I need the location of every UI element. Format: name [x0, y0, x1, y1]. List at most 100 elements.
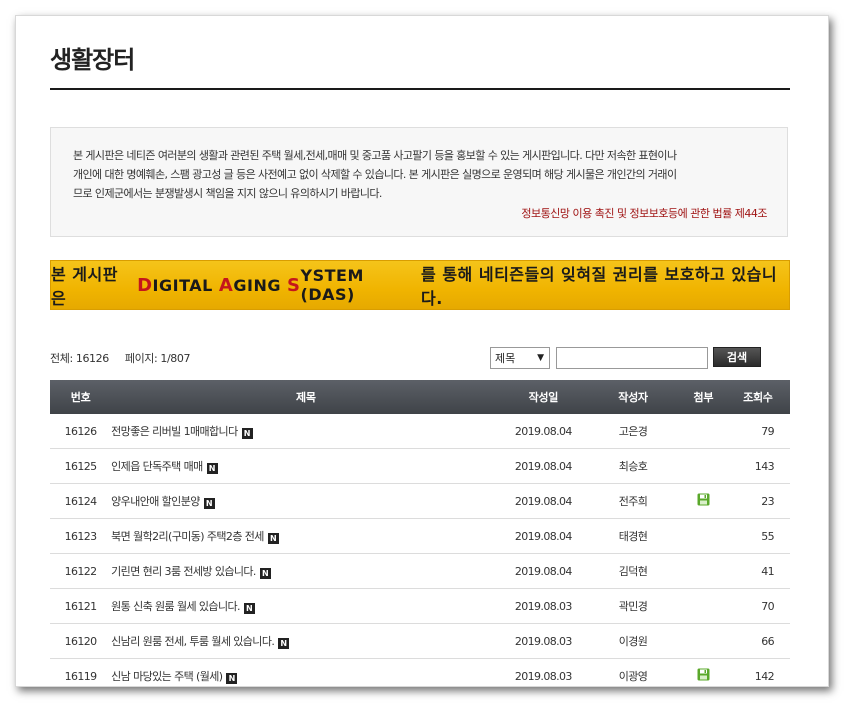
row-date: 2019.08.03: [501, 588, 586, 624]
das-letter-s: S: [287, 274, 301, 296]
board-table: 번호 제목 작성일 작성자 첨부 조회수 16126 전망좋은 리버빌 1매매합니…: [50, 380, 790, 686]
post-title-link[interactable]: 신남 마당있는 주택 (월세): [111, 670, 223, 683]
row-title-cell: 기린면 현리 3룸 전세방 있습니다. N: [111, 553, 502, 589]
notice-line-1: 본 게시판은 네티즌 여러분의 생활과 관련된 주택 월세,전세,매매 및 중고…: [73, 149, 677, 162]
row-number: 16120: [50, 623, 112, 659]
row-views: 142: [725, 658, 790, 686]
page-frame: 생활장터 본 게시판은 네티즌 여러분의 생활과 관련된 주택 월세,전세,매매…: [15, 15, 829, 687]
row-title-cell: 전망좋은 리버빌 1매매합니다 N: [111, 414, 502, 449]
row-title-cell: 양우내안애 할인분양 N: [111, 483, 502, 519]
new-badge-icon: N: [241, 428, 253, 439]
table-row[interactable]: 16120 신남리 원룸 전세, 투룸 월세 있습니다. N 2019.08.03 이경…: [50, 623, 790, 659]
das-banner: 본 게시판은 D IGITAL A GING S YSTEM (DAS) 를 통해 네…: [50, 260, 790, 310]
table-row[interactable]: 16119 신남 마당있는 주택 (월세) N 2019.08.03 이광영 142: [50, 658, 790, 686]
row-date: 2019.08.03: [501, 623, 586, 659]
row-author: 이경원: [585, 623, 681, 659]
row-attachment: [680, 518, 726, 554]
table-row[interactable]: 16121 원통 신축 원룸 월세 있습니다. N 2019.08.03 곽민경 70: [50, 588, 790, 624]
post-title-link[interactable]: 인제읍 단독주택 매매: [111, 460, 203, 473]
table-row[interactable]: 16122 기린면 현리 3룸 전세방 있습니다. N 2019.08.04 김덕현 41: [50, 553, 790, 589]
floppy-disk-icon[interactable]: [697, 668, 710, 684]
das-word-system: YSTEM (DAS): [300, 266, 364, 304]
row-title-cell: 원통 신축 원룸 월세 있습니다. N: [111, 588, 502, 624]
table-row[interactable]: 16125 인제읍 단독주택 매매 N 2019.08.04 최승호 143: [50, 448, 790, 484]
row-author: 김덕현: [585, 553, 681, 589]
title-divider: [50, 88, 790, 90]
post-title-link[interactable]: 북면 월학2리(구미동) 주택2층 전세: [111, 530, 264, 543]
row-views: 55: [725, 518, 790, 554]
table-row[interactable]: 16124 양우내안애 할인분양 N 2019.08.04 전주희 23: [50, 483, 790, 519]
row-date: 2019.08.04: [501, 483, 586, 519]
row-number: 16125: [50, 448, 112, 484]
das-prefix: 본 게시판은: [51, 265, 118, 308]
row-attachment: [680, 623, 726, 659]
row-number: 16119: [50, 658, 112, 686]
row-date: 2019.08.04: [501, 518, 586, 554]
header-date: 작성일: [501, 380, 586, 414]
header-no: 번호: [50, 380, 112, 414]
das-word-aging: GING: [233, 275, 281, 295]
row-date: 2019.08.04: [501, 414, 586, 449]
row-author: 최승호: [585, 448, 681, 484]
post-title-link[interactable]: 전망좋은 리버빌 1매매합니다: [111, 425, 238, 438]
header-file: 첨부: [680, 380, 726, 414]
row-attachment: [680, 588, 726, 624]
table-header-row: 번호 제목 작성일 작성자 첨부 조회수: [50, 380, 790, 414]
header-views: 조회수: [725, 380, 790, 414]
row-number: 16126: [50, 414, 112, 449]
page-title: 생활장터: [50, 46, 135, 74]
new-badge-icon: N: [206, 463, 218, 474]
search-field-select[interactable]: 제목 ▼: [490, 347, 550, 369]
row-title-cell: 북면 월학2리(구미동) 주택2층 전세 N: [111, 518, 502, 554]
post-title-link[interactable]: 원통 신축 원룸 월세 있습니다.: [111, 600, 240, 613]
post-title-link[interactable]: 기린면 현리 3룸 전세방 있습니다.: [111, 565, 256, 578]
row-attachment: [680, 414, 726, 449]
new-badge-icon: N: [243, 603, 255, 614]
row-views: 70: [725, 588, 790, 624]
row-date: 2019.08.04: [501, 448, 586, 484]
new-badge-icon: N: [267, 533, 279, 544]
new-badge-icon: N: [259, 568, 271, 579]
post-title-link[interactable]: 신남리 원룸 전세, 투룸 월세 있습니다.: [111, 635, 275, 648]
search-input[interactable]: [556, 347, 708, 369]
row-attachment: [680, 448, 726, 484]
header-title: 제목: [111, 380, 502, 414]
das-suffix: 를 통해 네티즌들의 잊혀질 권리를 보호하고 있습니다.: [421, 265, 778, 308]
notice-line-3: 므로 인제군에서는 분쟁발생시 책임을 지지 않으니 유의하시기 바랍니다.: [73, 187, 382, 200]
das-word-digital: IGITAL: [152, 275, 213, 295]
row-attachment: [680, 658, 726, 686]
das-letter-d: D: [137, 274, 153, 296]
row-attachment: [680, 483, 726, 519]
row-date: 2019.08.03: [501, 658, 586, 686]
row-views: 41: [725, 553, 790, 589]
row-author: 곽민경: [585, 588, 681, 624]
row-title-cell: 신남리 원룸 전세, 투룸 월세 있습니다. N: [111, 623, 502, 659]
row-title-cell: 인제읍 단독주택 매매 N: [111, 448, 502, 484]
row-number: 16123: [50, 518, 112, 554]
table-row[interactable]: 16123 북면 월학2리(구미동) 주택2층 전세 N 2019.08.04 태경현 5…: [50, 518, 790, 554]
row-title-cell: 신남 마당있는 주택 (월세) N: [111, 658, 502, 686]
row-author: 태경현: [585, 518, 681, 554]
row-views: 79: [725, 414, 790, 449]
row-author: 고은경: [585, 414, 681, 449]
page-count: 페이지: 1/807: [124, 352, 191, 365]
header-author: 작성자: [585, 380, 681, 414]
notice-box: 본 게시판은 네티즌 여러분의 생활과 관련된 주택 월세,전세,매매 및 중고…: [50, 127, 788, 237]
row-attachment: [680, 553, 726, 589]
search-button[interactable]: 검색: [713, 347, 761, 367]
law-link[interactable]: 정보통신망 이용 촉진 및 정보보호등에 관한 법률 제44조: [521, 204, 767, 223]
row-views: 23: [725, 483, 790, 519]
row-views: 143: [725, 448, 790, 484]
row-views: 66: [725, 623, 790, 659]
table-row[interactable]: 16126 전망좋은 리버빌 1매매합니다 N 2019.08.04 고은경 79: [50, 414, 790, 449]
dropdown-caret-icon: ▼: [537, 353, 544, 363]
search-select-value: 제목: [495, 352, 516, 365]
das-letter-a: A: [218, 274, 234, 296]
row-author: 이광영: [585, 658, 681, 686]
new-badge-icon: N: [226, 673, 238, 684]
row-number: 16122: [50, 553, 112, 589]
post-title-link[interactable]: 양우내안애 할인분양: [111, 495, 200, 508]
board-info: 전체: 16126 페이지: 1/807: [50, 350, 191, 366]
floppy-disk-icon[interactable]: [697, 493, 710, 509]
row-date: 2019.08.04: [501, 553, 586, 589]
